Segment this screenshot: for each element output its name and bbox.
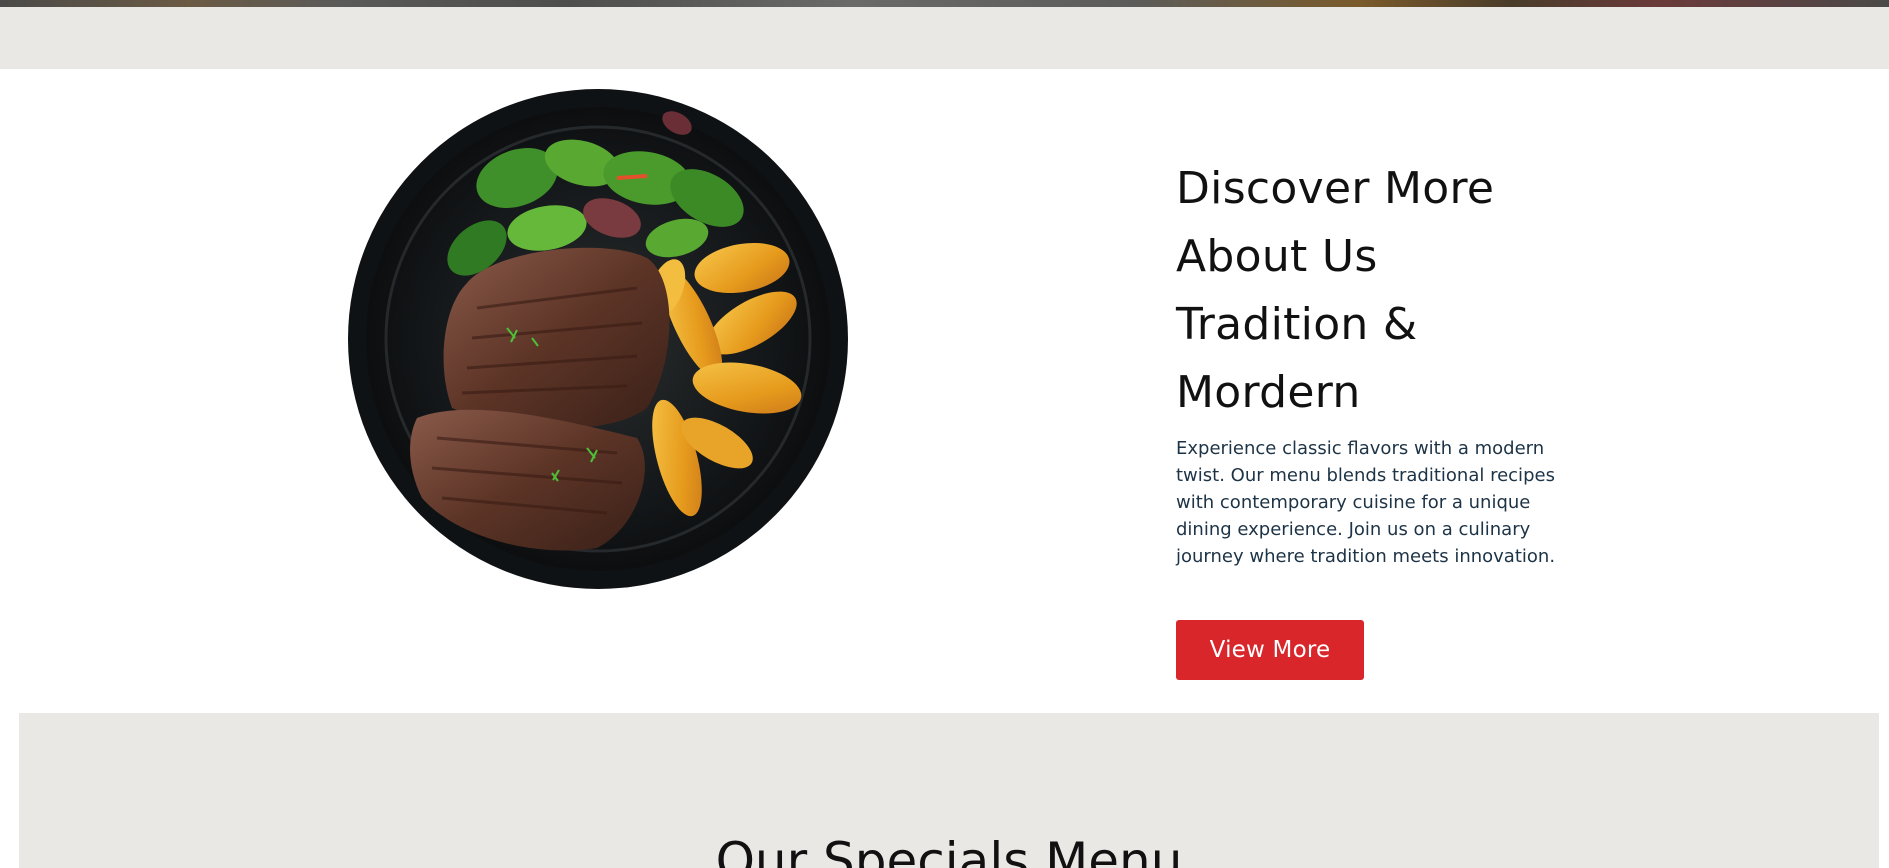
specials-menu-title: Our Specials Menu [715, 832, 1183, 868]
about-heading-line: Mordern [1176, 367, 1361, 418]
about-text-block: Discover More About Us Tradition & Morde… [1176, 155, 1576, 570]
about-description: Experience classic flavors with a modern… [1176, 438, 1556, 567]
hero-image-strip [0, 0, 1889, 7]
about-heading-line: About Us [1176, 231, 1378, 282]
specials-menu-section: Our Specials Menu [19, 713, 1879, 868]
about-section: Discover More About Us Tradition & Morde… [0, 69, 1889, 713]
steak-plate-image [347, 88, 849, 590]
about-heading: Discover More About Us Tradition & Morde… [1176, 155, 1576, 427]
about-heading-line: Discover More [1176, 163, 1495, 214]
about-heading-line: Tradition & [1176, 299, 1418, 350]
view-more-button[interactable]: View More [1176, 620, 1364, 680]
section-divider-band [0, 7, 1889, 69]
